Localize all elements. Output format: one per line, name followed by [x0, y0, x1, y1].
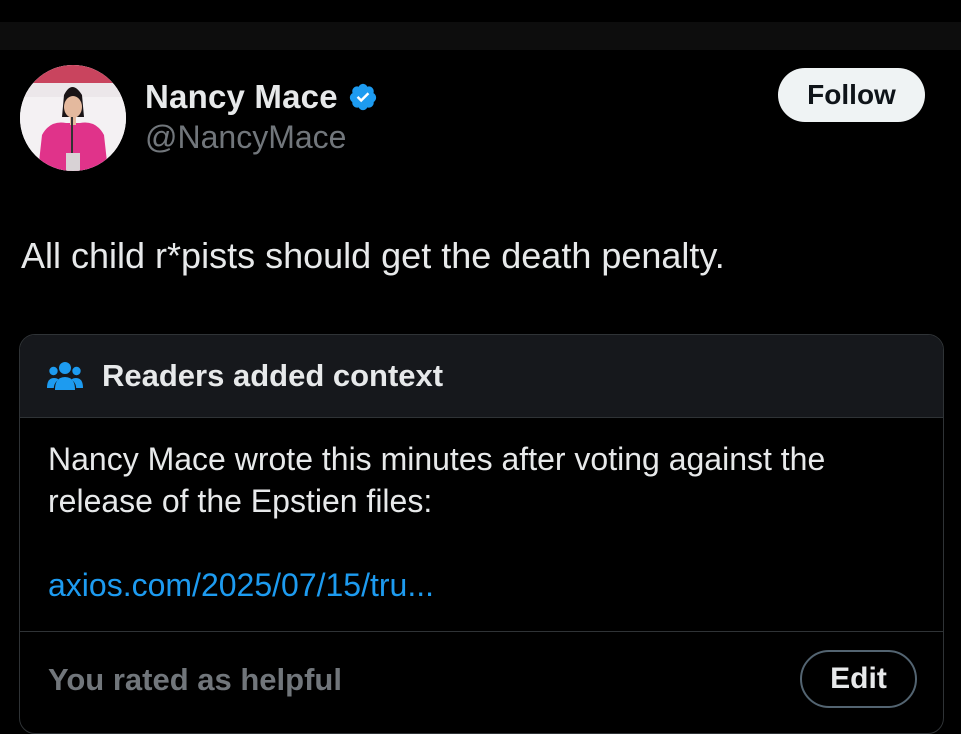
follow-button[interactable]: Follow — [778, 68, 925, 122]
avatar-image — [20, 65, 126, 171]
community-note-title: Readers added context — [102, 358, 444, 393]
top-strip — [0, 22, 961, 50]
tweet-text: All child r*pists should get the death p… — [21, 235, 725, 276]
tweet-header: Nancy Mace @NancyMace Follow — [20, 65, 925, 175]
edit-rating-button[interactable]: Edit — [800, 650, 917, 708]
community-note-text: Nancy Mace wrote this minutes after voti… — [48, 441, 826, 519]
people-icon — [47, 360, 83, 392]
display-name[interactable]: Nancy Mace — [145, 78, 338, 116]
display-name-row: Nancy Mace — [145, 77, 378, 117]
handle[interactable]: @NancyMace — [145, 119, 378, 156]
community-note-card: Readers added context Nancy Mace wrote t… — [19, 334, 944, 734]
avatar[interactable] — [20, 65, 126, 171]
name-block: Nancy Mace @NancyMace — [145, 77, 378, 156]
top-bar — [0, 0, 961, 22]
community-note-link[interactable]: axios.com/2025/07/15/tru... — [48, 564, 915, 606]
community-note-footer: You rated as helpful Edit — [20, 632, 943, 732]
rating-status: You rated as helpful — [48, 662, 342, 697]
verified-badge-icon — [348, 82, 378, 112]
community-note-header: Readers added context — [20, 335, 943, 418]
community-note-body: Nancy Mace wrote this minutes after voti… — [20, 418, 943, 632]
